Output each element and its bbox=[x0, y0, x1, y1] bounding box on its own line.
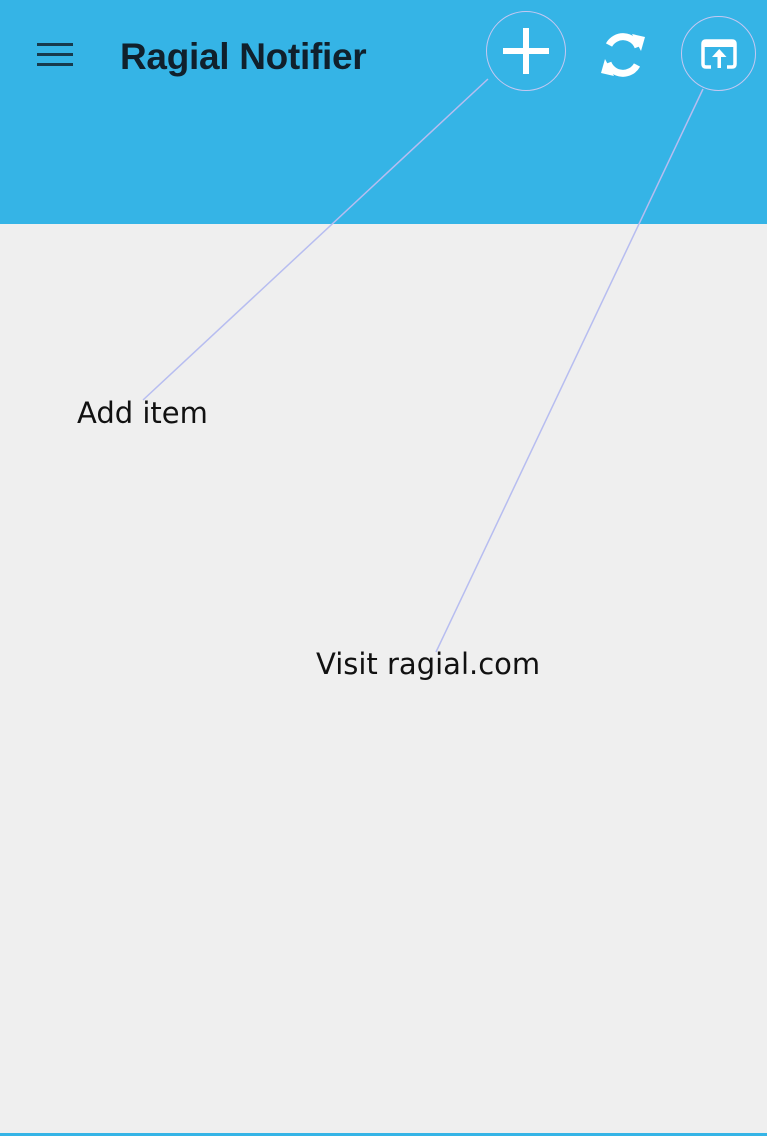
app-screen: Ragial Notifier Add item Visit ragial.co… bbox=[0, 0, 767, 1136]
add-item-button[interactable] bbox=[486, 11, 566, 91]
app-bar: Ragial Notifier bbox=[0, 0, 767, 224]
app-title: Ragial Notifier bbox=[120, 36, 367, 77]
hamburger-menu-icon bbox=[37, 43, 73, 66]
menu-button[interactable] bbox=[28, 30, 82, 80]
visit-site-callout-label: Visit ragial.com bbox=[316, 647, 541, 681]
refresh-button[interactable] bbox=[593, 22, 653, 88]
add-item-callout-label: Add item bbox=[77, 396, 208, 430]
refresh-icon bbox=[601, 33, 645, 77]
visit-ragial-button[interactable] bbox=[681, 16, 756, 91]
open-in-browser-icon bbox=[700, 38, 737, 69]
plus-icon bbox=[503, 28, 549, 74]
